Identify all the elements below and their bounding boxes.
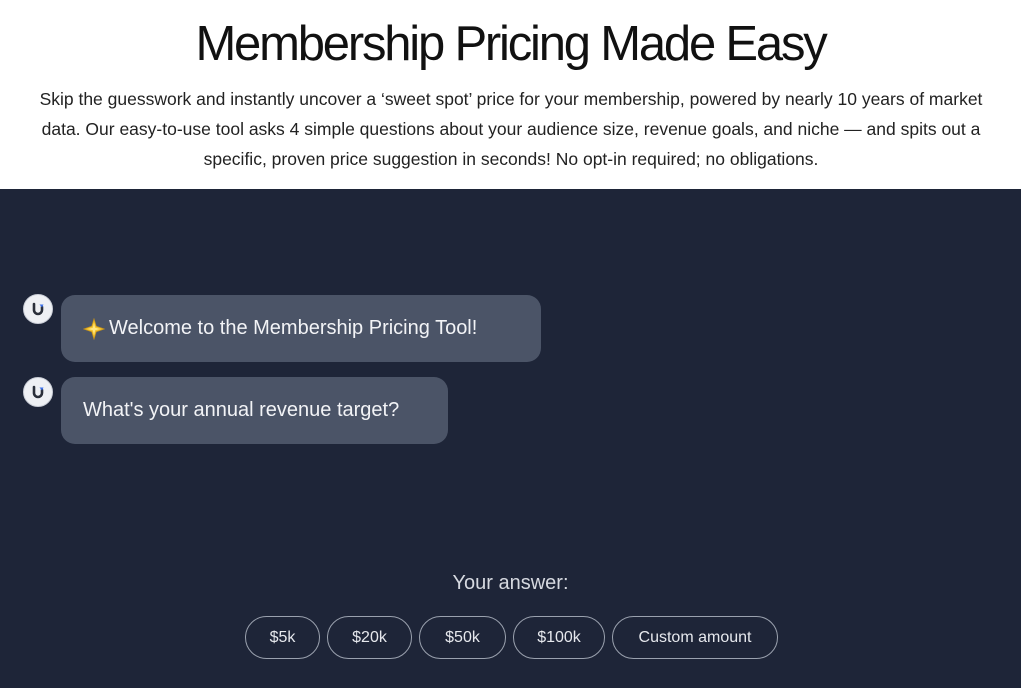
chat-message-text: What's your annual revenue target? xyxy=(83,399,400,421)
chat-message-welcome: Welcome to the Membership Pricing Tool! xyxy=(61,295,541,362)
bot-logo-icon xyxy=(32,385,44,399)
answer-label: Your answer: xyxy=(452,572,569,594)
chat-message-text: Welcome to the Membership Pricing Tool! xyxy=(109,317,478,339)
bot-logo-icon xyxy=(32,302,44,316)
bot-avatar xyxy=(23,294,53,324)
option-50k-button[interactable]: $50k xyxy=(419,616,506,659)
option-custom-amount-button[interactable]: Custom amount xyxy=(612,616,778,659)
page-title: Membership Pricing Made Easy xyxy=(195,17,827,71)
page-description: Skip the guesswork and instantly uncover… xyxy=(39,89,983,169)
hero-section: Membership Pricing Made Easy Skip the gu… xyxy=(0,0,1021,189)
option-5k-button[interactable]: $5k xyxy=(245,616,320,659)
chat-message-question: What's your annual revenue target? xyxy=(61,377,448,444)
sparkle-icon xyxy=(83,317,105,340)
option-20k-button[interactable]: $20k xyxy=(327,616,412,659)
bot-avatar xyxy=(23,377,53,407)
option-100k-button[interactable]: $100k xyxy=(513,616,605,659)
